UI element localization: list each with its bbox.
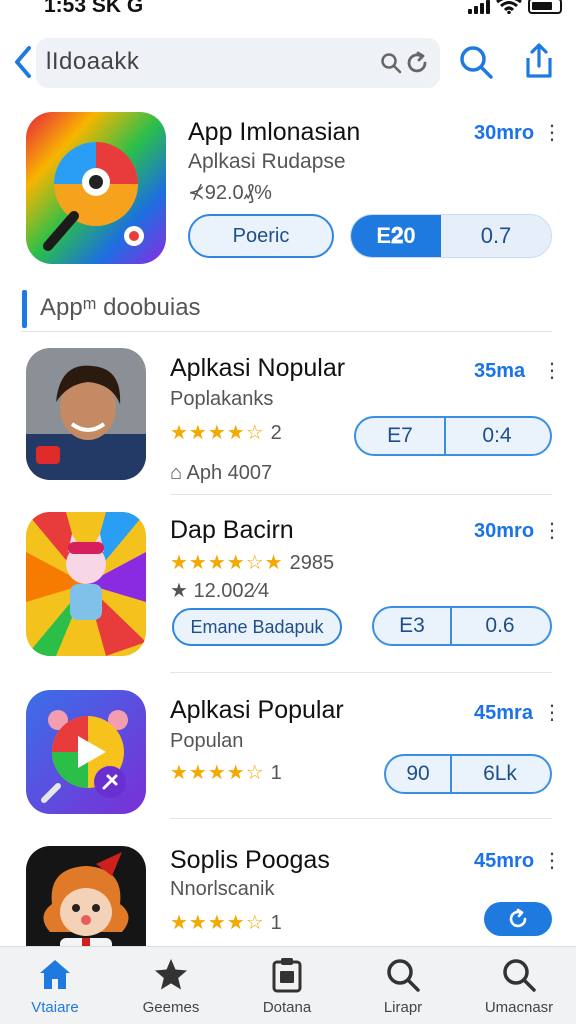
secondary-button[interactable]: Emane Badapuk (172, 608, 342, 646)
search-icon[interactable] (380, 52, 402, 74)
refresh-icon[interactable] (404, 50, 430, 76)
battery-icon (528, 0, 562, 14)
more-options-icon[interactable]: ⋮ (542, 358, 562, 383)
featured-app-meta: ⊀92.0₰% (188, 182, 272, 204)
featured-secondary-button[interactable]: Poeric (188, 214, 334, 258)
app-title: Soplis Poogas (170, 846, 330, 874)
search-input[interactable]: lIdoaakk (36, 38, 440, 88)
wifi-icon (496, 0, 522, 14)
get-button[interactable] (484, 902, 552, 936)
share-icon[interactable] (522, 42, 556, 80)
app-icon (26, 348, 146, 480)
tab-label: Geemes (142, 999, 200, 1016)
action-pill[interactable]: E7 0:4 (354, 416, 552, 456)
app-meta: ★ 12.002⁄4 (170, 580, 270, 602)
app-size: 45mro (474, 850, 535, 872)
section-header: Appᵐ doobuias (22, 288, 552, 332)
search-row: lIdoaakk (0, 36, 576, 88)
refresh-icon (509, 908, 527, 928)
signal-icon (468, 0, 490, 14)
rating-count: 2985 (289, 552, 335, 574)
search-button-icon[interactable] (458, 44, 494, 80)
featured-split-button[interactable]: E𝟐0 0.7 (350, 214, 552, 258)
action-pill-left[interactable]: E3 (374, 608, 452, 644)
section-accent-bar (22, 290, 27, 328)
app-meta: ⌂ Aph 4007 (170, 462, 273, 484)
home-icon (40, 960, 70, 989)
chevron-left-icon (15, 46, 31, 78)
rating-count: 2 (270, 422, 282, 444)
action-pill-left[interactable]: E7 (356, 418, 446, 454)
tab-label: Umacnasr (484, 999, 554, 1016)
tab-label: Lirapr (383, 999, 423, 1016)
clipboard-icon (272, 958, 302, 993)
rating-count: 1 (270, 762, 282, 784)
list-item[interactable]: Soplis Poogas Nnorlscanik ★★★★☆ 1 45mro ⋮ (0, 846, 576, 970)
app-title: Aplkasi Nopular (170, 354, 346, 382)
app-subtitle: Populan (170, 730, 244, 752)
row-divider (170, 672, 552, 673)
stars: ★★★★☆ (170, 762, 265, 784)
app-title: Aplkasi Popular (170, 696, 344, 724)
tab-games[interactable]: Geemes (116, 953, 226, 1023)
row-divider (170, 818, 552, 819)
featured-split-right[interactable]: 0.7 (441, 215, 551, 257)
more-options-icon[interactable]: ⋮ (542, 848, 562, 873)
stars: ★★★★☆ (170, 912, 265, 934)
featured-app-icon (26, 112, 166, 264)
app-subtitle: Poplakanks (170, 388, 274, 410)
more-options-icon[interactable]: ⋮ (542, 700, 562, 725)
app-title: Dap Bacirn (170, 516, 294, 544)
section-title: Appᵐ doobuias (40, 294, 201, 321)
stars: ★★★★☆ (170, 422, 265, 444)
tab-bar: Vtaiare Geemes Dotana Lirapr Umacnasr (0, 946, 576, 1024)
status-bar: 1:53 SK G (0, 0, 576, 22)
rating-stars: ★★★★☆ 1 (170, 910, 282, 935)
action-pill-right[interactable]: 6Lk (450, 756, 550, 792)
app-subtitle: Nnorlscanik (170, 878, 275, 900)
row-divider (170, 494, 552, 495)
app-store-screen: 1:53 SK G lIdoaakk App Imlonasian Aplkas… (0, 0, 576, 1024)
app-icon (26, 690, 146, 814)
status-icons (468, 0, 562, 14)
app-size: 30mro (474, 520, 535, 542)
action-pill-right[interactable]: 0.6 (450, 608, 550, 644)
tab-arcade[interactable]: Lirapr (348, 953, 458, 1023)
action-pill[interactable]: E3 0.6 (372, 606, 552, 646)
list-item[interactable]: Dap Bacirn ★★★★☆★ 2985 ★ 12.002⁄4 30mro ⋮… (0, 512, 576, 673)
featured-app-subtitle: Aplkasi Rudapse (188, 150, 346, 173)
tab-label: Dotana (262, 999, 312, 1016)
stars: ★★★★☆★ (170, 552, 284, 574)
rating-stars: ★★★★☆★ 2985 (170, 550, 334, 575)
action-pill[interactable]: 90 6Lk (384, 754, 552, 794)
action-pill-left[interactable]: 90 (386, 756, 452, 792)
tab-search[interactable]: Umacnasr (464, 953, 574, 1023)
app-icon (26, 512, 146, 656)
tab-today[interactable]: Vtaiare (0, 953, 110, 1023)
featured-split-left[interactable]: E𝟐0 (351, 215, 441, 257)
back-button[interactable] (8, 42, 38, 82)
star-icon (155, 959, 187, 990)
list-item[interactable]: Aplkasi Nopular Poplakanks ★★★★☆ 2 ⌂ Aph … (0, 348, 576, 498)
search-icon (503, 959, 536, 992)
featured-app[interactable]: App Imlonasian Aplkasi Rudapse ⊀92.0₰% 3… (0, 108, 576, 274)
rating-count: 1 (270, 912, 282, 934)
search-query: lIdoaakk (46, 48, 140, 75)
rating-stars: ★★★★☆ 1 (170, 760, 282, 785)
list-item[interactable]: Aplkasi Popular Populan ★★★★☆ 1 45mra ⋮ 9… (0, 690, 576, 819)
tab-label: Vtaiare (31, 999, 79, 1016)
featured-app-size: 30mro (474, 122, 535, 144)
more-options-icon[interactable]: ⋮ (542, 518, 562, 543)
status-time: 1:53 SK G (44, 0, 144, 17)
tab-apps[interactable]: Dotana (232, 953, 342, 1023)
featured-app-title: App Imlonasian (188, 118, 361, 146)
more-options-icon[interactable]: ⋮ (542, 120, 562, 145)
app-size: 35ma (474, 360, 526, 382)
app-size: 45mra (474, 702, 533, 724)
action-pill-right[interactable]: 0:4 (444, 418, 550, 454)
rating-stars: ★★★★☆ 2 (170, 420, 282, 445)
search-icon (387, 959, 420, 992)
